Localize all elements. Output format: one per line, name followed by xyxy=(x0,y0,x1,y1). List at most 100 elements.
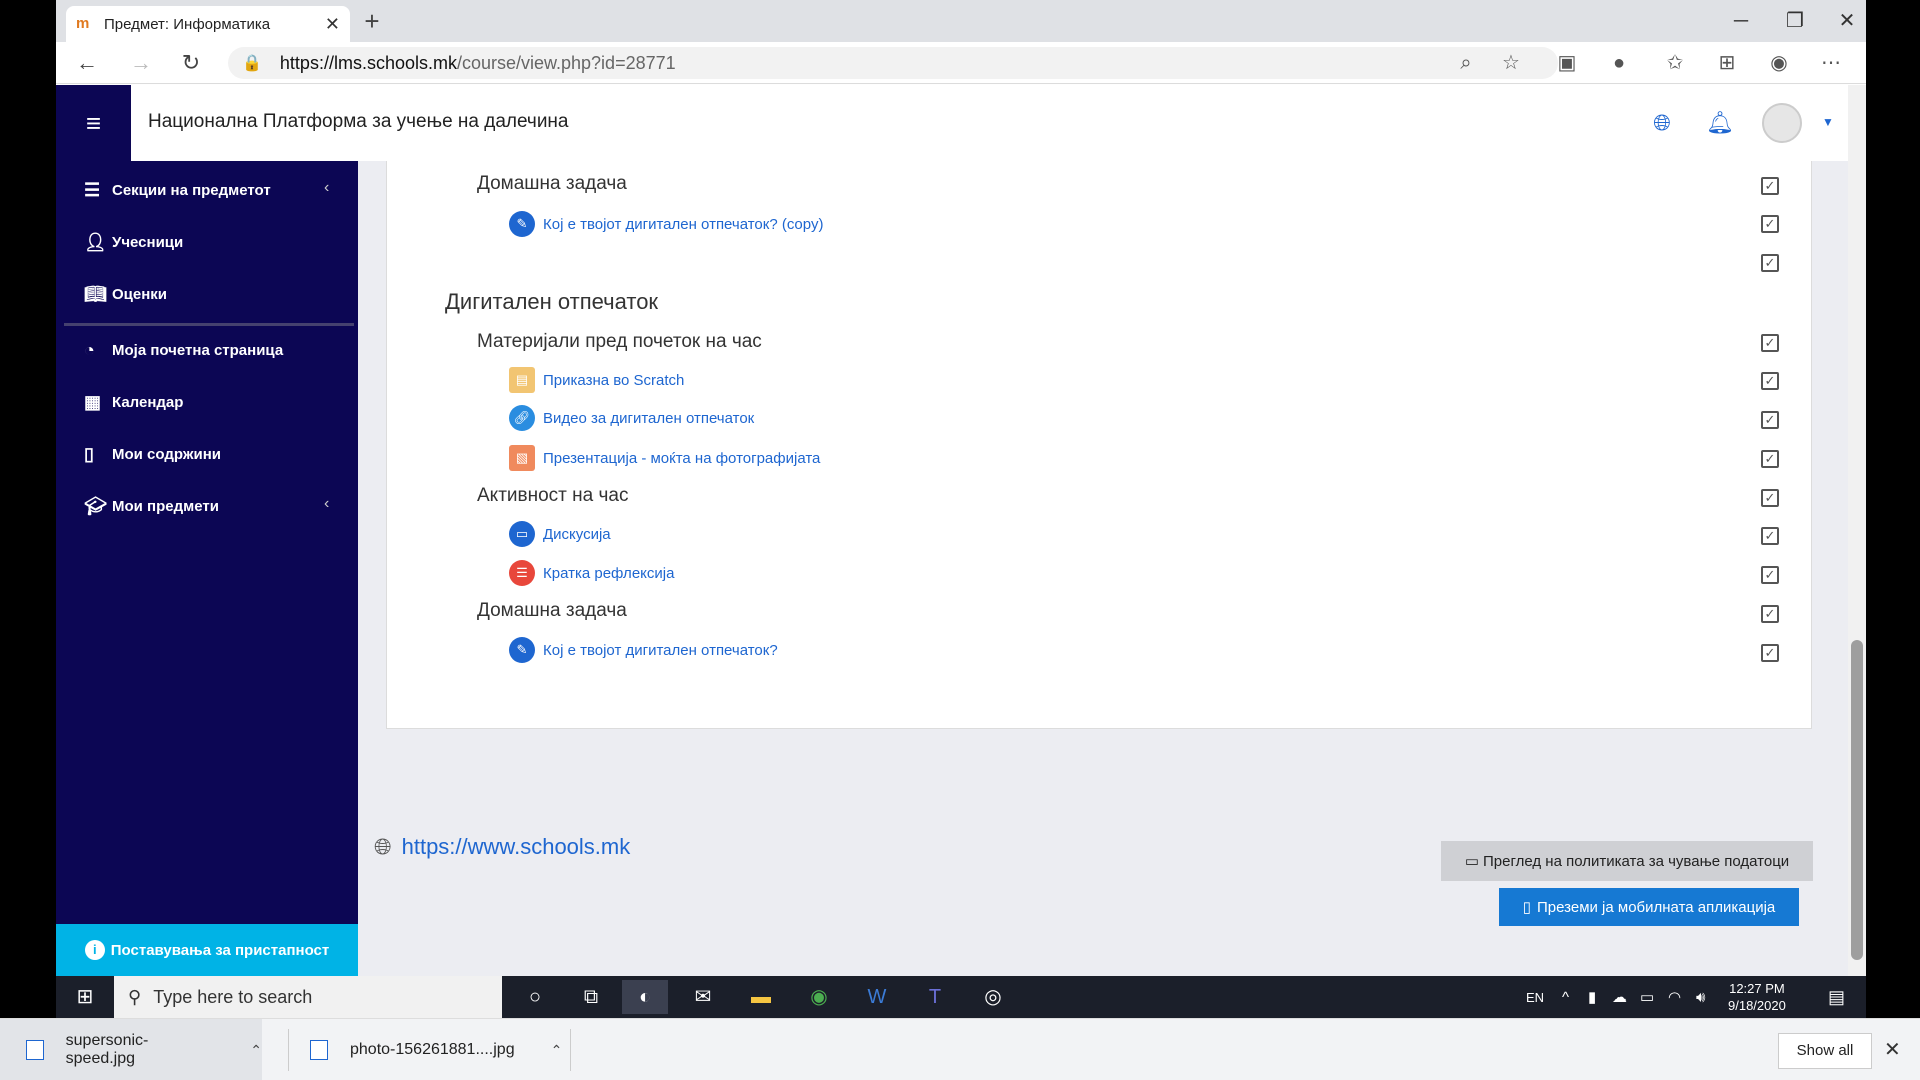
user-avatar[interactable] xyxy=(1762,103,1802,143)
users-icon: 👤︎ xyxy=(84,231,107,252)
activity-link[interactable]: ✎ Кој е твојот дигитален отпечаток? xyxy=(509,637,778,663)
page-scrollbar[interactable] xyxy=(1848,85,1866,1018)
close-window-icon[interactable]: ✕ xyxy=(1820,4,1866,38)
accessibility-label: Поставувања за пристапност xyxy=(110,941,330,959)
browser-window: m Предмет: Информатика ✕ + ─ ❐ ✕ ← → ↻ 🔒… xyxy=(56,0,1866,1018)
calendar-icon: ▦ xyxy=(84,391,102,412)
feedback-icon: ☰ xyxy=(509,560,535,586)
completion-checkbox[interactable]: ✓ xyxy=(1761,177,1779,195)
extension-icon[interactable]: ▣ xyxy=(1552,48,1582,78)
mail-icon[interactable]: ✉ xyxy=(680,980,726,1014)
windows-start-icon[interactable]: ⊞ xyxy=(56,976,114,1018)
address-bar[interactable]: 🔒 https://lms.schools.mk/course/view.php… xyxy=(228,47,1558,79)
completion-checkbox[interactable]: ✓ xyxy=(1761,254,1779,272)
file-explorer-icon[interactable]: ▬ xyxy=(738,980,784,1014)
chevron-left-icon[interactable]: ‹ xyxy=(324,495,329,513)
system-clock[interactable]: 12:27 PM 9/18/2020 xyxy=(1728,980,1786,1014)
activity-link[interactable]: ☰ Кратка рефлексија xyxy=(509,560,674,586)
forward-icon[interactable]: → xyxy=(126,48,156,78)
profile-icon[interactable]: ◉ xyxy=(1764,48,1794,78)
completion-checkbox[interactable]: ✓ xyxy=(1761,411,1779,429)
chevron-up-icon[interactable]: ⌃ xyxy=(250,1042,262,1059)
sidebar-item-private-files[interactable]: ▯ Мои содржини xyxy=(84,439,221,469)
favorites-icon[interactable]: ✩ xyxy=(1660,48,1690,78)
search-icon: ⚲ xyxy=(128,986,142,1007)
download-item[interactable]: photo-156261881....jpg ⌃ xyxy=(310,1019,562,1080)
favicon-icon: m xyxy=(76,15,90,32)
notification-bell-icon[interactable]: 🔔︎ xyxy=(1704,107,1736,139)
edge-icon[interactable]: ◐ xyxy=(622,980,668,1014)
completion-checkbox[interactable]: ✓ xyxy=(1761,489,1779,507)
cortana-icon[interactable]: ○ xyxy=(512,980,558,1014)
scrollbar-thumb[interactable] xyxy=(1851,640,1863,960)
notification-center-icon[interactable]: ▤ xyxy=(1828,976,1845,1018)
reload-icon[interactable]: ↻ xyxy=(176,48,206,78)
browser-tab[interactable]: m Предмет: Информатика ✕ xyxy=(66,6,350,42)
completion-checkbox[interactable]: ✓ xyxy=(1761,372,1779,390)
completion-checkbox[interactable]: ✓ xyxy=(1761,450,1779,468)
clock-date: 9/18/2020 xyxy=(1728,998,1786,1013)
activity-label: Кој е твојот дигитален отпечаток? xyxy=(543,641,778,659)
activity-label: Видео за дигитален отпечаток xyxy=(543,409,755,427)
completion-checkbox[interactable]: ✓ xyxy=(1761,644,1779,662)
completion-checkbox[interactable]: ✓ xyxy=(1761,334,1779,352)
restore-icon[interactable]: ❐ xyxy=(1768,4,1822,38)
zoom-icon[interactable]: ⌕ xyxy=(1451,48,1481,78)
chevron-up-icon[interactable]: ⌃ xyxy=(551,1042,563,1059)
completion-checkbox[interactable]: ✓ xyxy=(1761,527,1779,545)
close-downloads-icon[interactable]: ✕ xyxy=(1884,1037,1901,1062)
activity-label: Презентација - моќта на фотографијата xyxy=(543,449,821,467)
collections-icon[interactable]: ⊞ xyxy=(1712,48,1742,78)
teams-icon[interactable]: T xyxy=(912,980,958,1014)
favorite-star-icon[interactable]: ☆ xyxy=(1496,48,1526,78)
back-icon[interactable]: ← xyxy=(72,48,102,78)
sidebar-item-calendar[interactable]: ▦ Календар xyxy=(84,387,183,417)
completion-checkbox[interactable]: ✓ xyxy=(1761,605,1779,623)
language-indicator[interactable]: EN xyxy=(1526,976,1544,1018)
sidebar-item-my-courses[interactable]: 🎓︎ Мои предмети xyxy=(84,491,219,521)
volume-icon[interactable]: 🔊︎ xyxy=(1696,976,1705,1018)
data-policy-button[interactable]: ▭ Преглед на политиката за чување подато… xyxy=(1441,841,1813,881)
sidebar: ☰ Секции на предметот ‹ 👤︎ Учесници 📖︎ О… xyxy=(56,161,358,1018)
chevron-left-icon[interactable]: ‹ xyxy=(324,179,329,197)
sidebar-item-grades[interactable]: 📖︎ Оценки xyxy=(84,279,167,309)
activity-link[interactable]: ▧ Презентација - моќта на фотографијата xyxy=(509,445,820,471)
activity-link[interactable]: ✎ Кој е твојот дигитален отпечаток? (cop… xyxy=(509,211,824,237)
obs-icon[interactable]: ◎ xyxy=(970,980,1016,1014)
site-title: Национална Платформа за учење на далечин… xyxy=(148,111,569,132)
onedrive-icon[interactable]: ☁ xyxy=(1612,976,1627,1018)
completion-checkbox[interactable]: ✓ xyxy=(1761,215,1779,233)
taskbar-search-box[interactable]: ⚲ Type here to search xyxy=(114,976,502,1018)
chrome-icon[interactable]: ◉ xyxy=(796,980,842,1014)
sidebar-item-dashboard[interactable]: ◔ Моја почетна страница xyxy=(84,335,283,365)
word-icon[interactable]: W xyxy=(854,980,900,1014)
user-menu-caret-icon[interactable]: ▼ xyxy=(1822,115,1834,129)
tray-expand-icon[interactable]: ^ xyxy=(1562,976,1569,1018)
show-all-button[interactable]: Show all xyxy=(1778,1033,1872,1069)
file-icon: ▤ xyxy=(509,367,535,393)
accessibility-settings-button[interactable]: i Поставувања за пристапност xyxy=(56,924,358,976)
minimize-icon[interactable]: ─ xyxy=(1714,4,1768,38)
new-tab-button[interactable]: + xyxy=(356,6,388,38)
sidebar-item-course-sections[interactable]: ☰ Секции на предметот xyxy=(84,175,271,205)
hamburger-menu-icon[interactable]: ≡ xyxy=(56,85,131,161)
task-view-icon[interactable]: ⧉ xyxy=(568,980,614,1014)
wifi-icon[interactable]: ◠ xyxy=(1668,976,1681,1018)
course-content-card: Домашна задача ✓ ✎ Кој е твојот дигитале… xyxy=(386,161,1812,729)
sidebar-item-label: Секции на предметот xyxy=(112,181,271,199)
close-tab-icon[interactable]: ✕ xyxy=(325,14,340,35)
activity-link[interactable]: ▭ Дискусија xyxy=(509,521,611,547)
language-globe-icon[interactable]: 🌐︎ xyxy=(1646,107,1678,139)
extension-circle-icon[interactable]: ● xyxy=(1604,48,1634,78)
footer-site-link[interactable]: 🌐︎ https://www.schools.mk xyxy=(374,834,630,860)
download-item[interactable]: supersonic-speed.jpg ⌃ xyxy=(0,1019,262,1080)
battery-icon[interactable]: ▭ xyxy=(1640,976,1654,1018)
completion-checkbox[interactable]: ✓ xyxy=(1761,566,1779,584)
microphone-icon[interactable]: ▮ xyxy=(1588,976,1596,1018)
list-icon: ☰ xyxy=(84,179,101,200)
activity-link[interactable]: ▤ Приказна во Scratch xyxy=(509,367,684,393)
mobile-app-button[interactable]: ▯ Преземи ја мобилната апликација xyxy=(1499,888,1799,926)
sidebar-item-participants[interactable]: 👤︎ Учесници xyxy=(84,227,183,257)
more-menu-icon[interactable]: ⋯ xyxy=(1816,48,1846,78)
activity-link[interactable]: 🔗︎ Видео за дигитален отпечаток xyxy=(509,405,754,431)
